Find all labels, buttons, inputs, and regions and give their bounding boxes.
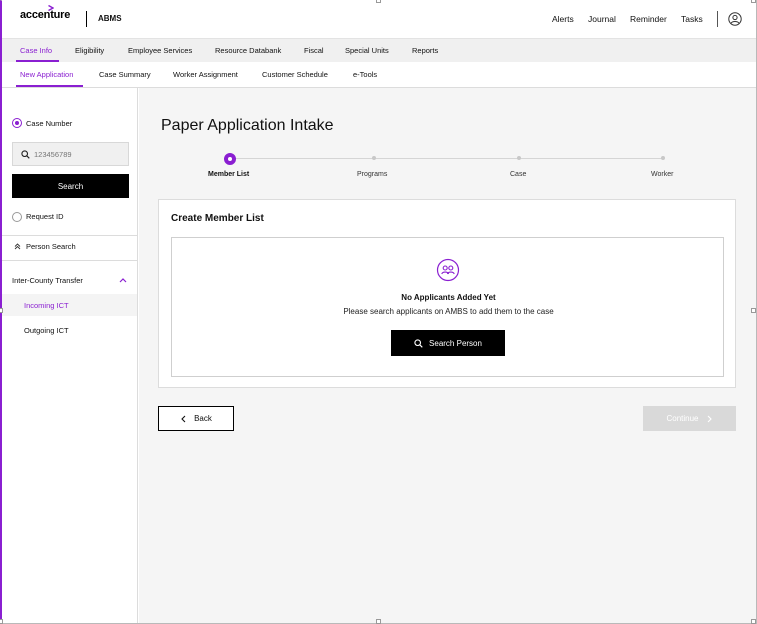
nav-reports[interactable]: Reports [412, 46, 438, 55]
resize-handle-bottom-left[interactable] [0, 619, 3, 624]
request-id-label: Request ID [26, 212, 64, 221]
step-member-list-indicator[interactable] [224, 153, 236, 165]
tab-e-tools[interactable]: e-Tools [353, 70, 377, 79]
active-sidebar-item-bg [2, 294, 137, 316]
empty-state-title: No Applicants Added Yet [401, 293, 496, 302]
tab-customer-schedule[interactable]: Customer Schedule [262, 70, 328, 79]
card-title: Create Member List [171, 213, 264, 224]
logo-chevron-icon [48, 5, 54, 11]
secondary-nav: New Application Case Summary Worker Assi… [2, 62, 756, 88]
member-list-card: Create Member List No Applicants Added Y… [158, 199, 736, 388]
search-person-button[interactable]: Search Person [391, 330, 505, 356]
case-number-radio[interactable] [12, 118, 22, 128]
page-title: Paper Application Intake [161, 117, 334, 134]
resize-handle-bottom-right[interactable] [751, 619, 756, 624]
search-icon [21, 149, 30, 159]
nav-special-units[interactable]: Special Units [345, 46, 389, 55]
empty-state-subtitle: Please search applicants on AMBS to add … [343, 307, 554, 316]
empty-state-panel: No Applicants Added Yet Please search ap… [171, 237, 724, 377]
step-programs-label: Programs [357, 171, 388, 178]
top-header: accenture ABMS Alerts Journal Reminder T… [2, 0, 756, 38]
continue-button[interactable]: Continue [643, 406, 736, 431]
app-name: ABMS [98, 14, 122, 23]
back-button[interactable]: Back [158, 406, 234, 431]
person-search-link[interactable]: Person Search [26, 242, 76, 251]
step-case-label: Case [510, 171, 527, 178]
people-group-icon [436, 258, 460, 282]
resize-handle-right[interactable] [751, 308, 756, 313]
search-icon [414, 338, 423, 348]
back-label: Back [194, 414, 212, 423]
resize-handle-top-right[interactable] [751, 0, 756, 3]
reminder-link[interactable]: Reminder [630, 14, 667, 24]
chevron-left-icon [181, 415, 186, 422]
tab-new-application[interactable]: New Application [20, 70, 73, 79]
tab-worker-assignment[interactable]: Worker Assignment [173, 70, 238, 79]
step-worker-indicator[interactable] [661, 156, 665, 160]
alerts-link[interactable]: Alerts [552, 14, 574, 24]
step-worker-label: Worker [651, 171, 674, 178]
stepper-track [231, 158, 663, 159]
double-chevron-up-icon[interactable] [14, 243, 21, 250]
sidebar: Case Number Search Request ID Person Sea… [2, 88, 138, 623]
request-id-radio[interactable] [12, 212, 22, 222]
tab-case-summary[interactable]: Case Summary [99, 70, 151, 79]
sidebar-item-outgoing-ict[interactable]: Outgoing ICT [24, 326, 69, 335]
nav-case-info[interactable]: Case Info [20, 46, 52, 55]
main-content: Paper Application Intake Member List Pro… [139, 88, 756, 623]
chevron-right-icon [707, 415, 712, 422]
resize-handle-left[interactable] [0, 308, 3, 313]
resize-handle-bottom[interactable] [376, 619, 381, 624]
nav-resource-databank[interactable]: Resource Databank [215, 46, 281, 55]
nav-employee-services[interactable]: Employee Services [128, 46, 192, 55]
header-divider [717, 11, 718, 27]
step-case-indicator[interactable] [517, 156, 521, 160]
continue-label: Continue [666, 414, 699, 423]
logo-text: accenture [20, 9, 71, 21]
journal-link[interactable]: Journal [588, 14, 616, 24]
case-number-field[interactable] [12, 142, 129, 166]
search-button[interactable]: Search [12, 174, 129, 198]
nav-eligibility[interactable]: Eligibility [75, 46, 104, 55]
step-programs-indicator[interactable] [372, 156, 376, 160]
search-person-label: Search Person [429, 338, 482, 348]
accenture-logo[interactable]: accenture [20, 5, 71, 29]
sidebar-item-incoming-ict[interactable]: Incoming ICT [24, 301, 69, 310]
tasks-link[interactable]: Tasks [681, 14, 703, 24]
case-number-input[interactable] [34, 149, 124, 159]
chevron-up-icon[interactable] [119, 277, 127, 283]
resize-handle-top[interactable] [376, 0, 381, 3]
sidebar-divider [2, 260, 137, 261]
nav-fiscal[interactable]: Fiscal [304, 46, 324, 55]
primary-nav: Case Info Eligibility Employee Services … [2, 38, 756, 62]
logo-divider [86, 11, 87, 27]
inter-county-transfer-toggle[interactable]: Inter-County Transfer [12, 276, 83, 285]
active-subtab-indicator [16, 85, 83, 87]
step-member-list-label: Member List [208, 171, 250, 178]
sidebar-divider [2, 235, 137, 236]
case-number-label: Case Number [26, 119, 73, 128]
user-profile-icon[interactable] [728, 12, 742, 26]
